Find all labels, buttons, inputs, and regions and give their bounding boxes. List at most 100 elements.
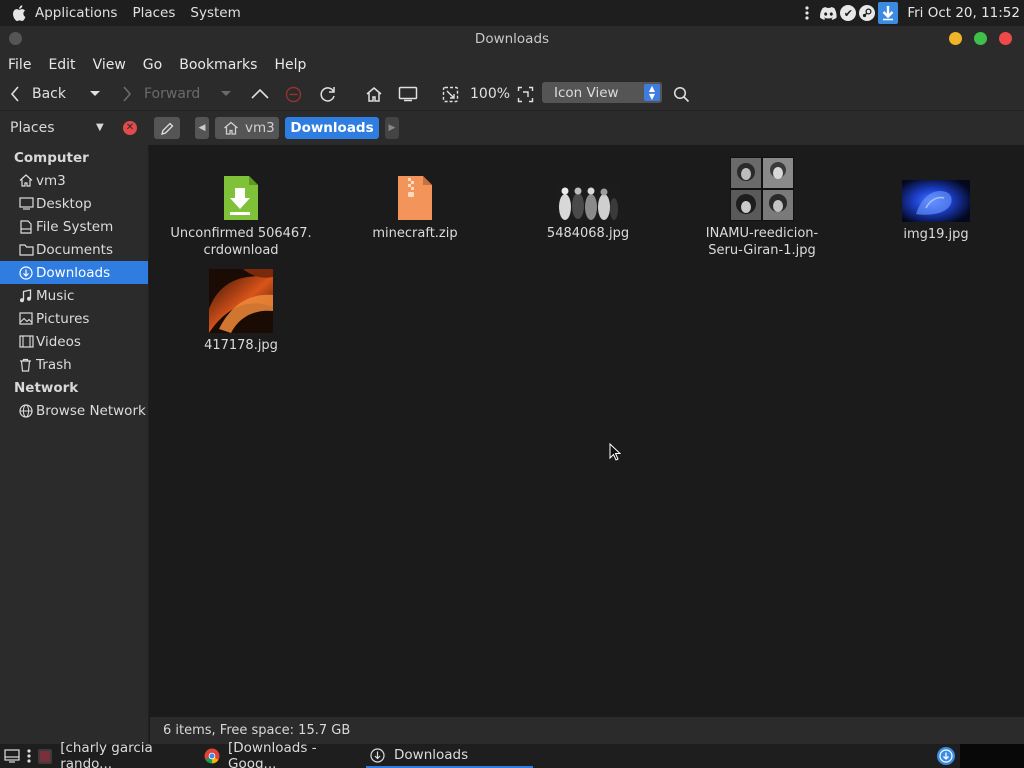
zoom-out-button[interactable] [442, 83, 459, 105]
network-icon [19, 403, 36, 418]
forward-button[interactable]: Forward [122, 83, 200, 105]
breadcrumb-scroll-right-button[interactable]: ▶ [385, 117, 399, 139]
sidebar-item-music[interactable]: Music [0, 284, 148, 307]
sidebar-item-documents[interactable]: Documents [0, 238, 148, 261]
menu-go[interactable]: Go [143, 57, 162, 73]
drive-icon [19, 219, 36, 234]
up-button[interactable] [251, 83, 269, 105]
file-item[interactable]: img19.jpg [851, 180, 1021, 243]
sidebar-item-label: Documents [36, 241, 113, 258]
close-button[interactable] [999, 32, 1012, 45]
toggle-location-entry-button[interactable] [154, 117, 180, 139]
zoom-out-icon [442, 86, 459, 102]
sidebar-item-label: Music [36, 287, 75, 304]
trash-icon [19, 358, 36, 372]
home-icon [224, 121, 238, 135]
file-name: 5484068.jpg [546, 226, 630, 241]
menu-file[interactable]: File [8, 57, 31, 73]
window-titlebar[interactable]: Downloads [0, 26, 1024, 52]
download-tray-icon[interactable] [878, 2, 899, 24]
applications-menu[interactable]: Applications [35, 5, 117, 21]
zoom-level[interactable]: 100% [470, 83, 510, 105]
taskbar-task-music-app[interactable]: [charly garcia rando... [38, 740, 198, 768]
menu-edit[interactable]: Edit [48, 57, 75, 73]
apple-menu-icon[interactable] [12, 5, 28, 21]
breadcrumb-scroll-left-button[interactable]: ◀ [195, 117, 209, 139]
stop-button[interactable] [285, 83, 302, 105]
view-mode-select[interactable]: Icon View ▲ ▼ [542, 82, 662, 103]
file-item[interactable]: INAMU-reedicion- Seru-Giran-1.jpg [677, 157, 847, 259]
computer-icon [398, 86, 418, 102]
sidebar-item-label: File System [36, 218, 114, 235]
sidebar-section-computer[interactable]: Computer [14, 150, 89, 166]
home-button[interactable] [365, 83, 383, 105]
download-status-icon[interactable] [936, 744, 956, 768]
steam-icon[interactable] [859, 5, 876, 21]
sidebar-item-browse-network[interactable]: Browse Network [0, 399, 148, 422]
show-desktop-icon [4, 749, 20, 763]
taskbar-task-downloads[interactable]: Downloads [366, 744, 533, 768]
sidebar-section-network[interactable]: Network [14, 380, 78, 396]
close-sidebar-icon[interactable]: ✕ [123, 121, 137, 135]
file-item[interactable]: 417178.jpg [156, 269, 326, 354]
file-name: minecraft.zip [372, 226, 458, 241]
taskbar-handle-icon[interactable] [26, 744, 32, 768]
download-icon [19, 265, 36, 280]
file-name: crdownload [203, 243, 279, 258]
system-menu[interactable]: System [190, 5, 240, 21]
stop-icon [285, 86, 302, 102]
back-history-dropdown[interactable] [89, 83, 101, 105]
search-button[interactable] [673, 83, 690, 105]
clock[interactable]: Fri Oct 20, 11:52 [907, 5, 1020, 21]
portrait-grid-thumbnail [730, 157, 794, 221]
forward-history-dropdown[interactable] [220, 83, 232, 105]
mouse-cursor-icon [609, 443, 621, 461]
sidebar-item-label: Trash [36, 356, 72, 373]
reload-button[interactable] [319, 83, 337, 105]
pencil-icon [161, 122, 174, 135]
sidebar-item-pictures[interactable]: Pictures [0, 307, 148, 330]
sidebar-item-downloads[interactable]: Downloads [0, 261, 148, 284]
breadcrumb-home[interactable]: vm3 [215, 117, 279, 139]
folder-icon [19, 243, 36, 256]
sidebar-item-vm3[interactable]: vm3 [0, 169, 148, 192]
menu-view[interactable]: View [93, 57, 126, 73]
kebab-menu-icon[interactable] [798, 4, 816, 22]
updown-arrow-icon: ▲ ▼ [644, 84, 660, 101]
blue-wallpaper-thumbnail [902, 180, 970, 222]
sidebar-mode-dropdown-icon[interactable]: ▼ [96, 122, 104, 133]
app-icon [38, 748, 53, 764]
maximize-button[interactable] [974, 32, 987, 45]
taskbar-task-chrome[interactable]: [Downloads - Goog... [204, 740, 364, 768]
minimize-button[interactable] [949, 32, 962, 45]
back-button[interactable]: Back [10, 83, 66, 105]
file-item[interactable]: 5484068.jpg [503, 183, 673, 242]
sidebar-item-label: Desktop [36, 195, 92, 212]
sidebar-item-desktop[interactable]: Desktop [0, 192, 148, 215]
breadcrumb-current[interactable]: Downloads [285, 117, 379, 139]
location-row: Places ▼ ✕ ◀ vm3 Downloads ▶ [0, 110, 1024, 145]
task-label: [Downloads - Goog... [228, 740, 317, 768]
zoom-in-button[interactable] [517, 83, 534, 105]
file-item[interactable]: Unconfirmed 506467. crdownload [156, 175, 326, 259]
menu-bookmarks[interactable]: Bookmarks [179, 57, 257, 73]
show-desktop-button[interactable] [4, 744, 20, 768]
sidebar-item-videos[interactable]: Videos [0, 330, 148, 353]
file-name: Unconfirmed 506467. [170, 226, 312, 241]
menu-help[interactable]: Help [274, 57, 306, 73]
file-item[interactable]: minecraft.zip [330, 175, 500, 242]
toolbar: Back Forward 100% [0, 78, 1024, 110]
computer-button[interactable] [398, 83, 418, 105]
file-view[interactable]: Unconfirmed 506467. crdownload minecraft… [150, 145, 1024, 717]
check-status-icon[interactable]: ✔ [840, 5, 857, 21]
file-name: INAMU-reedicion- [705, 226, 819, 241]
sidebar-item-trash[interactable]: Trash [0, 353, 148, 376]
back-label: Back [32, 86, 66, 102]
discord-icon[interactable] [819, 4, 837, 22]
sidebar-header[interactable]: Places [10, 120, 55, 136]
pictures-icon [19, 311, 36, 326]
sidebar-item-label: Pictures [36, 310, 90, 327]
home-icon [366, 87, 382, 102]
places-menu[interactable]: Places [132, 5, 175, 21]
sidebar-item-file-system[interactable]: File System [0, 215, 148, 238]
